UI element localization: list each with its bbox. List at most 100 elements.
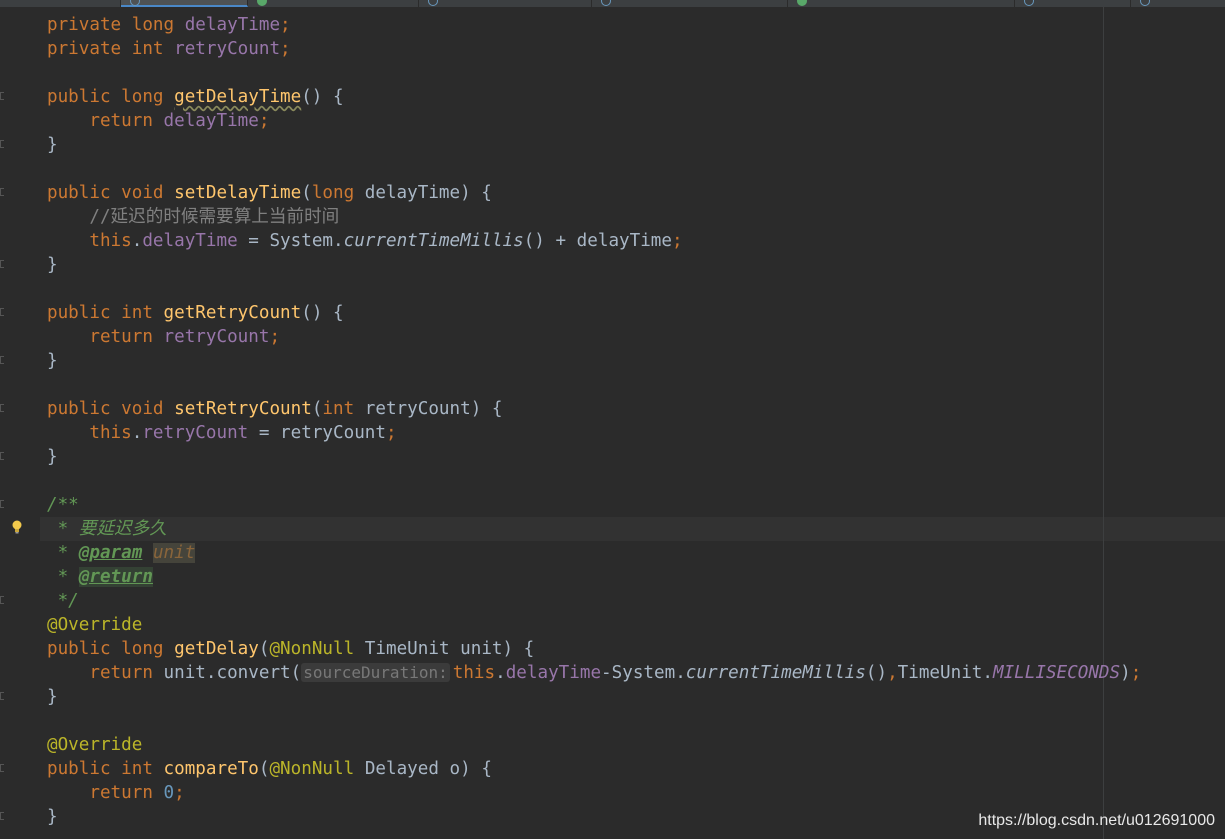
- code-token: currentTimeMillis: [343, 231, 524, 251]
- code-line[interactable]: [47, 277, 1141, 301]
- code-token: public long: [47, 87, 175, 107]
- code-line[interactable]: return retryCount;: [47, 325, 1141, 349]
- editor-tab[interactable]: [592, 0, 788, 7]
- code-line[interactable]: * @return: [47, 565, 1141, 589]
- code-line[interactable]: [47, 61, 1141, 85]
- fold-marker[interactable]: [0, 812, 4, 820]
- class-file-icon: [428, 0, 438, 6]
- code-line[interactable]: }: [47, 805, 1141, 829]
- editor-tab[interactable]: [788, 0, 1015, 7]
- code-line[interactable]: return unit.convert(sourceDuration: this.…: [47, 661, 1141, 685]
- code-token: @param: [78, 543, 143, 563]
- code-token: */: [47, 591, 79, 611]
- code-token: /**: [47, 495, 79, 515]
- fold-marker[interactable]: [0, 596, 4, 604]
- editor-tab[interactable]: [0, 0, 121, 7]
- fold-marker[interactable]: [0, 356, 4, 364]
- code-token: retryCount: [142, 423, 249, 443]
- code-line[interactable]: public long getDelayTime() {: [47, 85, 1141, 109]
- code-line[interactable]: }: [47, 253, 1141, 277]
- code-token: () + delayTime: [523, 231, 672, 251]
- code-line[interactable]: }: [47, 133, 1141, 157]
- code-token: delayTime) {: [364, 183, 492, 203]
- code-token: ;: [672, 231, 683, 251]
- code-token: int: [322, 399, 365, 419]
- code-token: ,: [887, 663, 898, 683]
- code-line[interactable]: return 0;: [47, 781, 1141, 805]
- code-token: () {: [301, 87, 344, 107]
- code-token: = System.: [237, 231, 344, 251]
- code-token: ;: [385, 423, 397, 443]
- editor-gutter[interactable]: [0, 7, 40, 839]
- fold-marker[interactable]: [0, 92, 4, 100]
- code-token: delayTime: [505, 663, 602, 683]
- editor-tab-bar: [0, 0, 1225, 7]
- code-line[interactable]: //延迟的时候需要算上当前时间: [47, 205, 1141, 229]
- code-line[interactable]: }: [47, 349, 1141, 373]
- code-line[interactable]: return delayTime;: [47, 109, 1141, 133]
- code-line[interactable]: public int getRetryCount() {: [47, 301, 1141, 325]
- fold-marker[interactable]: [0, 188, 4, 196]
- code-line[interactable]: private int retryCount;: [47, 37, 1141, 61]
- class-file-icon: [1140, 0, 1150, 6]
- code-token: = retryCount: [248, 423, 386, 443]
- code-editor[interactable]: private long delayTime; private int retry…: [47, 13, 1141, 829]
- code-token: public void: [47, 399, 175, 419]
- code-line[interactable]: private long delayTime;: [47, 13, 1141, 37]
- code-token: TimeUnit.: [897, 663, 993, 683]
- code-token: public int: [47, 303, 164, 323]
- editor-tab[interactable]: [1131, 0, 1225, 7]
- code-line[interactable]: [47, 709, 1141, 733]
- code-token: setDelayTime: [174, 183, 302, 203]
- fold-marker[interactable]: [0, 452, 4, 460]
- code-line[interactable]: [47, 373, 1141, 397]
- code-line[interactable]: }: [47, 685, 1141, 709]
- code-line[interactable]: [47, 469, 1141, 493]
- editor-tab[interactable]: [248, 0, 419, 7]
- code-line[interactable]: */: [47, 589, 1141, 613]
- code-token: MILLISECONDS: [993, 663, 1121, 683]
- code-line[interactable]: public long getDelay(@NonNull TimeUnit u…: [47, 637, 1141, 661]
- code-line[interactable]: @Override: [47, 733, 1141, 757]
- fold-marker[interactable]: [0, 140, 4, 148]
- editor-tab[interactable]: [419, 0, 592, 7]
- code-token: //延迟的时候需要算上当前时间: [89, 207, 340, 227]
- code-token: @Override: [47, 615, 143, 635]
- code-token: @return: [78, 567, 153, 587]
- code-line[interactable]: public int compareTo(@NonNull Delayed o)…: [47, 757, 1141, 781]
- code-token: unit: [152, 543, 196, 563]
- code-line[interactable]: [47, 157, 1141, 181]
- code-line[interactable]: * 要延迟多久: [47, 517, 1141, 541]
- code-line[interactable]: /**: [47, 493, 1141, 517]
- fold-marker[interactable]: [0, 404, 4, 412]
- fold-marker[interactable]: [0, 692, 4, 700]
- editor-tab[interactable]: [1015, 0, 1131, 7]
- code-line[interactable]: public void setDelayTime(long delayTime)…: [47, 181, 1141, 205]
- code-token: 0: [163, 783, 175, 803]
- code-token: ;: [174, 783, 185, 803]
- fold-marker[interactable]: [0, 500, 4, 508]
- code-token: setRetryCount: [174, 399, 312, 419]
- code-token: getRetryCount: [163, 303, 302, 323]
- fold-marker[interactable]: [0, 308, 4, 316]
- code-token: }: [47, 447, 58, 467]
- code-line[interactable]: }: [47, 445, 1141, 469]
- code-line[interactable]: this.retryCount = retryCount;: [47, 421, 1141, 445]
- code-token: ): [1120, 663, 1131, 683]
- code-line[interactable]: this.delayTime = System.currentTimeMilli…: [47, 229, 1141, 253]
- fold-marker[interactable]: [0, 260, 4, 268]
- fold-marker[interactable]: [0, 764, 4, 772]
- class-file-icon: [257, 0, 267, 6]
- code-token: private int: [47, 39, 175, 59]
- code-token: (: [311, 399, 323, 419]
- code-token: return: [89, 327, 164, 347]
- code-token: currentTimeMillis: [685, 663, 866, 683]
- editor-tab-active[interactable]: [121, 0, 248, 7]
- code-line[interactable]: * @param unit: [47, 541, 1141, 565]
- code-line[interactable]: @Override: [47, 613, 1141, 637]
- code-line[interactable]: public void setRetryCount(int retryCount…: [47, 397, 1141, 421]
- lightbulb-intention-icon[interactable]: [10, 519, 24, 535]
